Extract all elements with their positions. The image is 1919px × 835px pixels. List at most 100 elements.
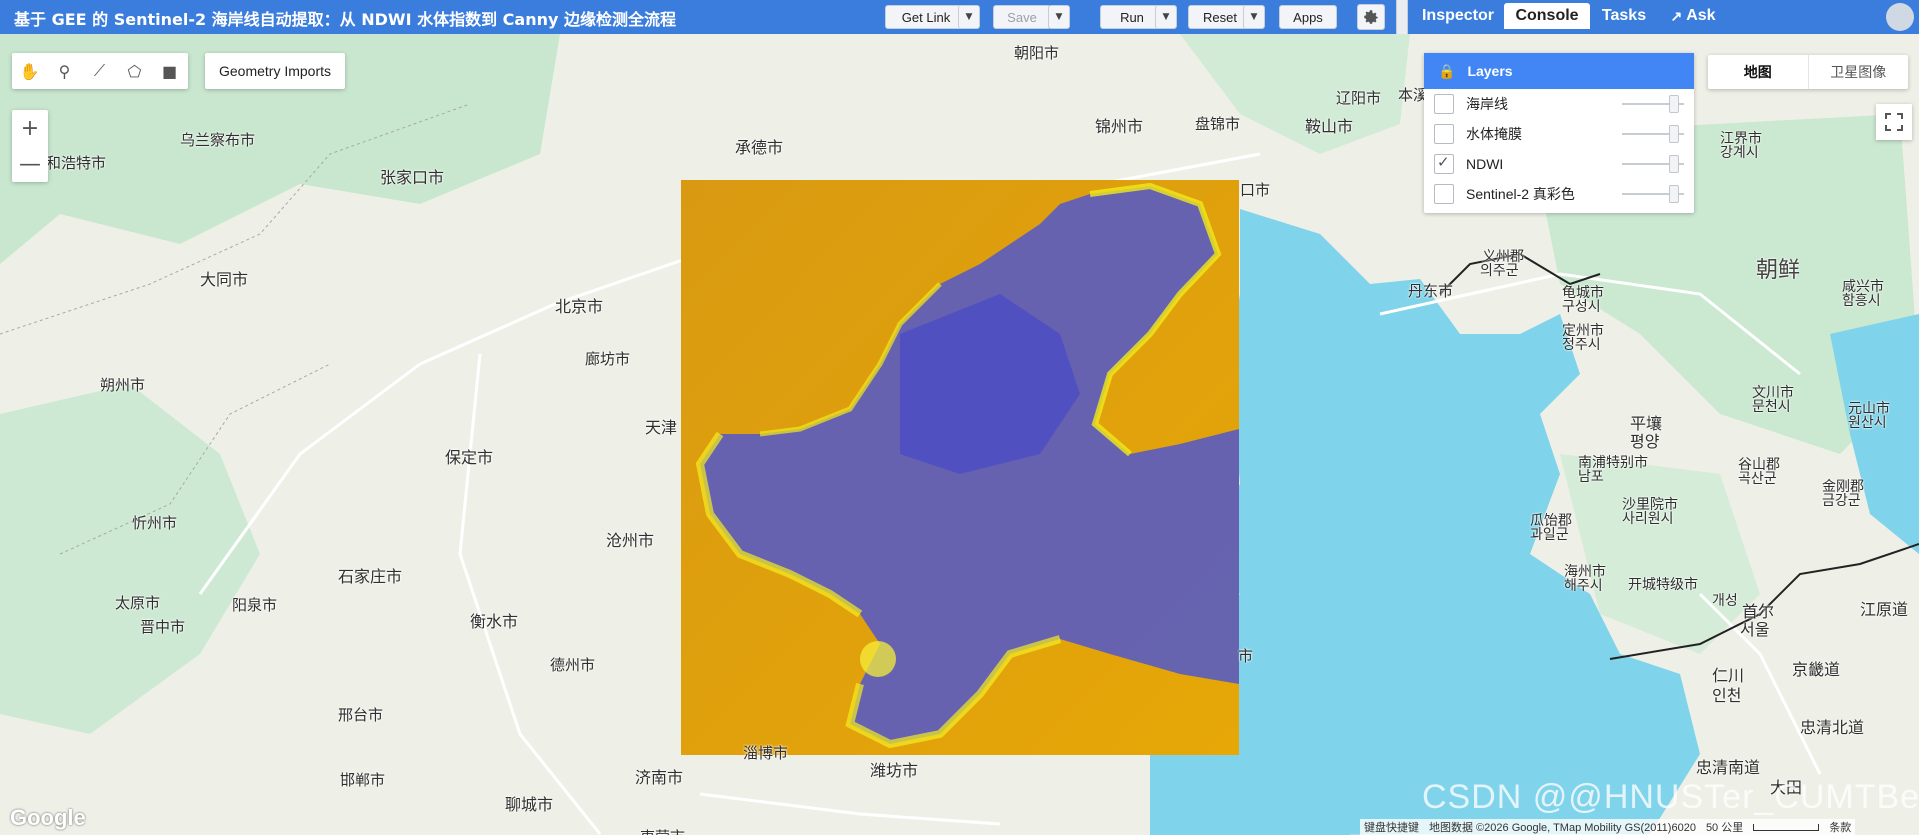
map-label: 保定市 [445, 448, 494, 467]
ask-icon: ↗ [1670, 7, 1683, 24]
map-label: 衡水市 [470, 612, 519, 631]
fullscreen-icon [1885, 113, 1903, 131]
google-logo: Google [10, 805, 86, 830]
zoom-in-button[interactable]: + [12, 110, 48, 146]
layer-checkbox[interactable] [1434, 184, 1454, 204]
layers-title: Layers [1467, 63, 1513, 79]
tab-ask[interactable]: ↗ Ask [1658, 3, 1728, 29]
map-label: 济南市 [635, 768, 684, 787]
polygon-icon: ⬠ [127, 61, 142, 81]
map-label: 원산시 [1848, 415, 1887, 431]
map-label: 北京市 [555, 297, 604, 316]
opacity-slider[interactable] [1669, 95, 1679, 113]
map-label: 문천시 [1752, 399, 1791, 415]
map-label: 함흥시 [1842, 293, 1881, 309]
layers-header[interactable]: 🔒 Layers [1424, 53, 1694, 89]
draw-rectangle-button[interactable]: ■ [152, 53, 187, 89]
layer-row: Sentinel-2 真彩色 [1424, 179, 1694, 209]
map-label: 和浩特市 [46, 154, 107, 172]
layer-checkbox-checked[interactable]: ✓ [1434, 154, 1454, 174]
map-label: 廊坊市 [585, 350, 631, 368]
save-button[interactable]: Save [993, 5, 1051, 29]
save-dropdown[interactable]: ▼ [1048, 5, 1070, 29]
map-label: 锦州市 [1095, 117, 1144, 136]
get-link-button[interactable]: Get Link [885, 5, 967, 29]
panel-resize-handle[interactable] [1396, 0, 1408, 34]
tab-inspector[interactable]: Inspector [1416, 3, 1500, 29]
tab-console[interactable]: Console [1504, 3, 1590, 29]
map-label: 太原市 [115, 594, 161, 612]
map-label: 乌兰察布市 [180, 131, 256, 149]
map-label: 市 [1238, 647, 1254, 665]
map-label: 邯郸市 [340, 771, 386, 789]
map-label: 구성시 [1562, 299, 1601, 315]
reset-dropdown[interactable]: ▼ [1243, 5, 1265, 29]
hand-icon: ✋ [19, 61, 40, 81]
layer-name: 水体掩膜 [1466, 126, 1522, 142]
fullscreen-button[interactable] [1876, 104, 1912, 140]
watermark: CSDN @@HNUSTer_CUMTBer [1422, 778, 1919, 816]
map-label: 평양 [1630, 432, 1660, 451]
layer-checkbox[interactable] [1434, 124, 1454, 144]
drawing-tools: ✋ ⚲ ⟋ ⬠ ■ [12, 53, 188, 89]
right-panel-tabs: Inspector Console Tasks ↗ Ask [1408, 0, 1919, 34]
map-label: 忠清北道 [1800, 718, 1865, 737]
map-label: 德州市 [550, 656, 596, 674]
map-canvas[interactable]: 朝阳市 承德市 锦州市 盘锦市 鞍山市 辽阳市 本溪 乌兰察布市 和浩特市 张家… [0, 34, 1919, 835]
get-link-dropdown[interactable]: ▼ [958, 5, 980, 29]
keyboard-shortcuts-link[interactable]: 键盘快捷键 [1364, 819, 1419, 835]
terms-link[interactable]: 条款 [1829, 819, 1851, 835]
map-label: 天津 [645, 418, 678, 437]
map-label: 의주군 [1480, 263, 1519, 279]
gear-icon [1364, 10, 1378, 24]
apps-button[interactable]: Apps [1279, 5, 1337, 29]
layer-row: ✓ NDWI [1424, 149, 1694, 179]
map-label: 정주시 [1562, 337, 1601, 353]
ask-label: Ask [1686, 7, 1716, 24]
layer-row: 水体掩膜 [1424, 119, 1694, 149]
map-label: 京畿道 [1792, 660, 1841, 679]
map-label: 潍坊市 [870, 761, 919, 780]
add-marker-button[interactable]: ⚲ [47, 53, 82, 89]
opacity-slider[interactable] [1669, 185, 1679, 203]
geometry-imports-button[interactable]: Geometry Imports [205, 53, 345, 89]
map-label: 口市 [1240, 181, 1271, 199]
map-label: 辽阳市 [1336, 89, 1382, 107]
map-label: 과일군 [1530, 527, 1569, 543]
code-editor-header: 基于 GEE 的 Sentinel-2 海岸线自动提取：从 NDWI 水体指数到… [0, 0, 1396, 34]
map-label: 사리원시 [1622, 511, 1674, 527]
map-type-roadmap[interactable]: 地图 [1708, 55, 1809, 89]
layer-checkbox[interactable] [1434, 94, 1454, 114]
scale-bar [1753, 823, 1820, 831]
map-label: 해주시 [1564, 578, 1603, 594]
run-dropdown[interactable]: ▼ [1155, 5, 1177, 29]
map-label-country: 朝鲜 [1756, 258, 1801, 283]
map-label: 곡산군 [1738, 471, 1777, 487]
map-label: 江原道 [1860, 600, 1909, 619]
map-type-satellite[interactable]: 卫星图像 [1809, 55, 1909, 89]
map-label: 沧州市 [606, 531, 655, 550]
settings-button[interactable] [1357, 4, 1385, 30]
zoom-out-button[interactable]: — [12, 146, 48, 182]
map-label: 남포 [1578, 469, 1604, 485]
map-label: 인천 [1712, 686, 1742, 705]
draw-line-button[interactable]: ⟋ [82, 53, 117, 89]
map-label: 鞍山市 [1305, 117, 1354, 136]
map-label: 금강군 [1822, 493, 1861, 509]
rectangle-icon: ■ [161, 61, 178, 81]
tab-tasks[interactable]: Tasks [1594, 3, 1654, 29]
map-label: 盘锦市 [1195, 115, 1241, 133]
map-label: 开城特级市 [1628, 577, 1698, 593]
map-label: 朔州市 [100, 376, 146, 394]
avatar[interactable] [1886, 3, 1914, 31]
draw-polygon-button[interactable]: ⬠ [117, 53, 152, 89]
top-toolbar: 基于 GEE 的 Sentinel-2 海岸线自动提取：从 NDWI 水体指数到… [0, 0, 1919, 34]
pan-tool-button[interactable]: ✋ [12, 53, 47, 89]
map-data-text: 地图数据 ©2026 Google, TMap Mobility GS(2011… [1429, 822, 1696, 834]
checkmark-icon: ✓ [1437, 154, 1450, 171]
map-label: 张家口市 [380, 168, 445, 187]
opacity-slider[interactable] [1669, 155, 1679, 173]
map-label: 承德市 [735, 138, 784, 157]
opacity-slider[interactable] [1669, 125, 1679, 143]
layer-name: 海岸线 [1466, 96, 1508, 112]
